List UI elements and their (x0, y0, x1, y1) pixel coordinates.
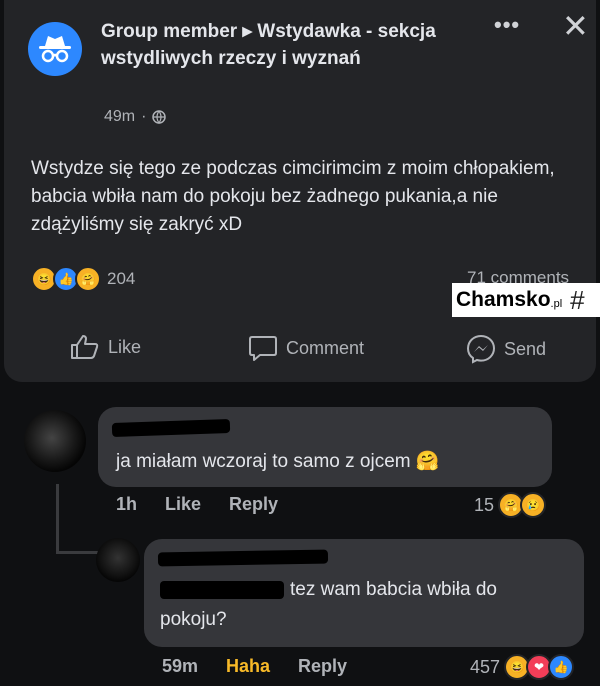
hugging-emoji-icon: 🤗 (415, 451, 440, 472)
comment-text: ja miałam wczoraj to samo z ojcem (116, 451, 411, 472)
post-body: Wstydze się tego ze podczas cimcirimcim … (31, 158, 555, 235)
redacted-name (157, 549, 329, 567)
reply-avatar[interactable] (96, 538, 140, 582)
more-icon[interactable]: ••• (494, 12, 520, 38)
watermark-suffix: .pl (550, 298, 563, 310)
reply-reaction-label[interactable]: Haha (226, 656, 270, 677)
comment-bubble: ja miałam wczoraj to samo z ojcem 🤗 (98, 407, 552, 487)
redacted-text (160, 581, 284, 599)
reply-reactions[interactable]: 457 😆 ❤ 👍 (470, 654, 575, 680)
watermark: Chamsko .pl # (452, 283, 600, 317)
reaction-summary[interactable]: 😆 👍 🤗 204 (31, 266, 135, 292)
post-time[interactable]: 49m (104, 108, 135, 126)
care-icon: 🤗 (75, 266, 101, 292)
like-outline-icon (71, 335, 99, 359)
comment-button[interactable]: Comment (248, 334, 364, 362)
watermark-hash: # (570, 284, 585, 315)
reply-text-line1: tez wam babcia wbiła do (290, 579, 497, 600)
redacted-name (111, 418, 231, 438)
comment-outline-icon (249, 336, 277, 361)
thread-line (56, 484, 59, 554)
comment-reaction-count: 15 (474, 494, 495, 515)
reply-bubble: tez wam babcia wbiła do pokoju? (144, 539, 584, 647)
comment-like-button[interactable]: Like (165, 494, 201, 515)
send-label: Send (504, 338, 547, 359)
post-header[interactable]: Group member ▸ Wstydawka - sekcja wstydl… (101, 18, 461, 72)
close-icon[interactable]: ✕ (562, 10, 589, 42)
send-button[interactable]: Send (466, 334, 546, 364)
comment-time[interactable]: 1h (116, 494, 137, 515)
like-button[interactable]: Like (70, 334, 141, 360)
like-icon: 👍 (548, 654, 575, 680)
reaction-count: 204 (107, 269, 136, 288)
sad-icon: 😢 (520, 492, 547, 518)
incognito-icon (39, 36, 71, 63)
reply-reply-button[interactable]: Reply (298, 656, 347, 677)
reply-reaction-count: 457 (470, 656, 501, 677)
globe-icon (152, 110, 167, 124)
post-card: Group member ▸ Wstydawka - sekcja wstydl… (4, 0, 596, 382)
reply-text-line2: pokoju? (160, 609, 227, 630)
reply-time[interactable]: 59m (162, 656, 198, 677)
comment-reply-button[interactable]: Reply (229, 494, 278, 515)
watermark-text: Chamsko (456, 288, 551, 311)
comment-label: Comment (286, 337, 365, 358)
thread-connector (56, 551, 100, 554)
comment-meta: 1h Like Reply (116, 494, 278, 515)
anonymous-avatar[interactable] (28, 22, 82, 76)
reply-meta: 59m Haha Reply (162, 656, 347, 677)
messenger-icon (466, 334, 496, 364)
comment-reactions[interactable]: 15 🤗 😢 (474, 492, 547, 518)
post-meta: 49m · (104, 108, 167, 126)
like-label: Like (108, 336, 142, 357)
post-actions: Like Comment Send (4, 326, 596, 370)
commenter-avatar[interactable] (24, 410, 86, 472)
